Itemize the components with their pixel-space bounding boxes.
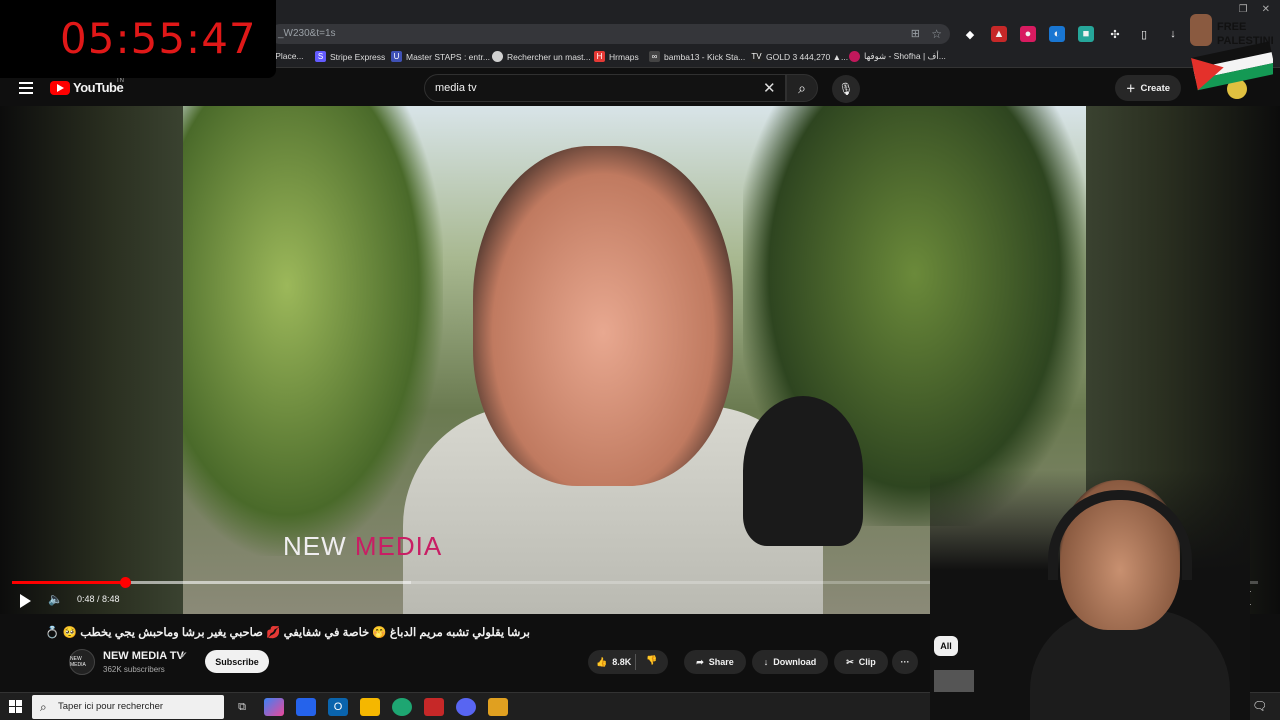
youtube-logo[interactable]: YouTube TN [50, 78, 124, 95]
sticker-text-1: FREE [1217, 21, 1246, 33]
stream-timer: 05:55:47 [60, 14, 257, 63]
interviewee-face [473, 146, 733, 486]
extensions-bar: ◆ ▲ ● ◐ ■ ✣ ▯ ↓ [962, 26, 1181, 42]
clear-search-icon[interactable]: ✕ [763, 79, 776, 97]
address-text: _W230&t=1s [278, 28, 336, 39]
share-icon: ➦ [696, 656, 704, 667]
search-button[interactable]: ⌕ [786, 74, 818, 102]
media-player-icon[interactable] [488, 698, 508, 716]
discord-icon[interactable] [456, 698, 476, 716]
bookmark-item[interactable]: S Stripe Express [315, 51, 385, 62]
channel-avatar[interactable]: NEW MEDIA [69, 649, 95, 675]
app-icon-red[interactable] [424, 698, 444, 716]
play-icon[interactable] [20, 594, 31, 608]
video-title: برشا يقلولي تشبه مريم الدباغ 🤭 خاصة في ش… [45, 627, 530, 639]
extension-icon-4[interactable]: ◐ [1049, 26, 1065, 42]
create-button[interactable]: ＋ Create [1115, 75, 1181, 101]
dislike-icon[interactable]: 👎 [646, 655, 657, 666]
video-watermark: NEW MEDIA [283, 531, 443, 561]
taskbar-search-icon: ⌕ [40, 700, 47, 714]
extension-icon-1[interactable]: ◆ [962, 26, 978, 42]
copilot-icon[interactable] [264, 698, 284, 716]
taskbar-search-input[interactable]: ⌕ Taper ici pour rechercher [32, 695, 224, 719]
taskbar-search-placeholder: Taper ici pour rechercher [58, 701, 164, 712]
bookmark-item[interactable]: TV GOLD 3 444,270 ▲... [751, 51, 848, 62]
plus-icon: ＋ [1125, 84, 1136, 95]
like-icon[interactable]: 👍 [596, 657, 607, 668]
extension-icon-5[interactable]: ■ [1078, 26, 1094, 42]
subscriber-count: 362K subscribers [103, 665, 165, 674]
progress-played [12, 581, 126, 584]
recommended-thumbnail[interactable] [934, 670, 974, 692]
share-button[interactable]: ➦ Share [684, 650, 746, 674]
subscribe-button[interactable]: Subscribe [205, 650, 269, 673]
sticker-text-2: PALESTINE [1217, 35, 1273, 47]
like-count[interactable]: 8.8K [612, 657, 631, 667]
time-display: 0:48 / 8:48 [77, 594, 120, 604]
clip-button[interactable]: ✂ Clip [834, 650, 888, 674]
like-divider [635, 654, 636, 670]
stream-timer-overlay: 05:55:47 [0, 0, 276, 78]
search-query: media tv [435, 82, 477, 94]
download-icon[interactable]: ↓ [1165, 26, 1181, 42]
more-actions-button[interactable]: ··· [892, 650, 918, 674]
verified-badge-icon: ✔ [180, 650, 188, 660]
download-button[interactable]: ↓ Download [752, 650, 828, 674]
search-input[interactable]: media tv [424, 74, 786, 102]
like-dislike-group: 👍 8.8K 👎 [588, 650, 668, 674]
volume-icon[interactable]: 🔈 [48, 592, 63, 606]
microphone-prop [743, 396, 863, 546]
extension-icon-2[interactable]: ▲ [991, 26, 1007, 42]
microphone-icon: 🎙 [838, 82, 854, 96]
taskbar-apps: ⧉ O [232, 698, 508, 716]
install-app-icon[interactable]: ⊞ [911, 27, 920, 40]
windows-start-icon[interactable] [9, 700, 22, 713]
address-bar[interactable]: _W230&t=1s ⊞ ☆ [270, 24, 950, 44]
bookmark-item[interactable]: شوفها - Shofha | أف... [849, 51, 946, 62]
streamer-webcam [930, 470, 1250, 720]
region-code: TN [116, 78, 124, 84]
store-icon[interactable] [296, 698, 316, 716]
outlook-icon[interactable]: O [328, 698, 348, 716]
create-label: Create [1140, 82, 1171, 94]
bookmark-item[interactable]: ∞ bamba13 - Kick Sta... [649, 51, 745, 62]
side-panel-icon[interactable]: ▯ [1136, 26, 1152, 42]
trees-left [183, 106, 443, 556]
youtube-play-icon [50, 80, 70, 95]
file-explorer-icon[interactable] [360, 698, 380, 716]
filter-chip-all[interactable]: All [934, 636, 958, 656]
channel-name[interactable]: NEW MEDIA TV [103, 650, 184, 662]
download-arrow-icon: ↓ [763, 657, 769, 667]
scissors-icon: ✂ [846, 656, 854, 667]
notification-icon[interactable]: 🗨 [1252, 699, 1267, 713]
edge-icon[interactable] [392, 698, 412, 716]
bookmark-star-icon[interactable]: ☆ [931, 27, 942, 41]
voice-search-button[interactable]: 🎙 [832, 75, 860, 103]
extension-icon-3[interactable]: ● [1020, 26, 1036, 42]
extensions-puzzle-icon[interactable]: ✣ [1107, 26, 1123, 42]
task-view-icon[interactable]: ⧉ [232, 698, 252, 716]
search-icon: ⌕ [798, 79, 806, 96]
menu-icon[interactable] [19, 82, 33, 94]
video-side-blur-left [0, 106, 183, 614]
bookmark-item[interactable]: H Hrmaps [594, 51, 639, 62]
bookmark-item[interactable]: Rechercher un mast... [492, 51, 591, 62]
bookmark-item[interactable]: U Master STAPS : entr... [391, 51, 490, 62]
free-palestine-sticker: FREE PALESTINE [1190, 14, 1273, 91]
